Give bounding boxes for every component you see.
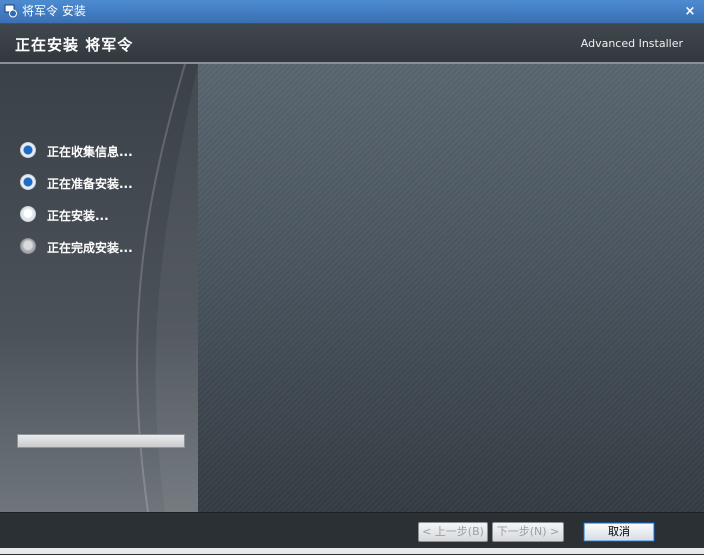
header-band: 正在安装 将军令 Advanced Installer <box>0 24 704 64</box>
window-title: 将军令 安装 <box>22 4 86 18</box>
step-label: 正在收集信息... <box>47 145 133 159</box>
app-icon <box>4 4 17 18</box>
step-label: 正在完成安装... <box>47 241 133 255</box>
next-button[interactable]: 下一步(N) > <box>492 522 564 542</box>
step-label: 正在安装... <box>47 209 109 223</box>
cancel-button[interactable]: 取消 <box>583 522 655 542</box>
step-label: 正在准备安装... <box>47 177 133 191</box>
back-button[interactable]: < 上一步(B) <box>418 522 488 542</box>
page-title: 正在安装 将军令 <box>15 36 134 54</box>
step-status-icon <box>20 206 36 222</box>
progress-bar <box>17 434 185 448</box>
title-bar[interactable]: 将军令 安装 × <box>0 0 704 24</box>
step-status-icon <box>20 142 36 158</box>
brand-label: Advanced Installer <box>580 37 683 50</box>
content-area: 正在收集信息... 正在准备安装... 正在安装... 正在完成安装... <box>0 64 704 512</box>
taskbar-strip <box>0 548 704 554</box>
main-panel <box>198 64 704 512</box>
step-status-icon <box>20 238 36 254</box>
installer-window: 将军令 安装 × 正在安装 将军令 Advanced Installer 正在收… <box>0 0 704 555</box>
sidebar: 正在收集信息... 正在准备安装... 正在安装... 正在完成安装... <box>0 64 198 512</box>
step-status-icon <box>20 174 36 190</box>
close-button[interactable]: × <box>682 4 698 19</box>
